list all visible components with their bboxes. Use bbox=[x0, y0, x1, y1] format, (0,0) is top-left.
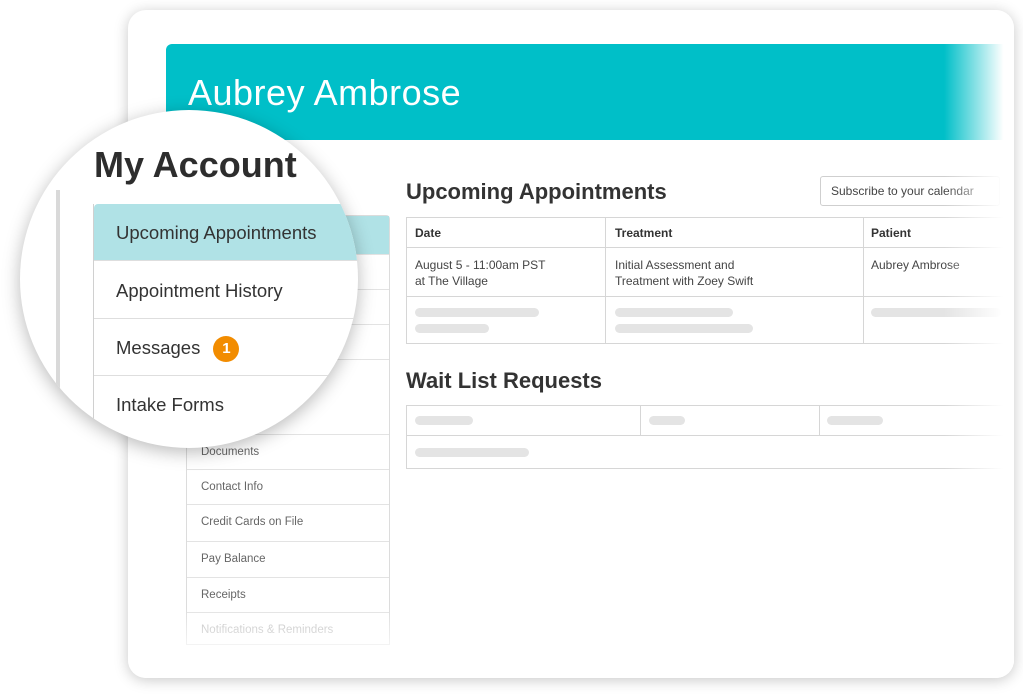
column-header-patient[interactable]: Patient bbox=[871, 226, 911, 240]
patient-name-heading: Aubrey Ambrose bbox=[188, 72, 462, 113]
menu-item-label: Messages bbox=[116, 337, 201, 358]
placeholder-bar bbox=[871, 308, 1001, 317]
magnified-sidebar-edge bbox=[56, 190, 60, 390]
subscribe-calendar-button[interactable]: Subscribe to your calendar bbox=[820, 176, 1000, 206]
appointment-date-cell[interactable]: August 5 - 11:00am PST at The Village bbox=[415, 257, 546, 289]
appointment-date: August 5 - 11:00am PST bbox=[415, 258, 546, 272]
wait-list-table bbox=[406, 405, 1006, 469]
menu-item-label: Intake Forms bbox=[116, 394, 224, 415]
treatment-line-1: Initial Assessment and bbox=[615, 258, 735, 272]
placeholder-bar bbox=[649, 416, 685, 425]
placeholder-bar bbox=[415, 416, 473, 425]
sidebar-item-credit-cards[interactable]: Credit Cards on File bbox=[187, 504, 389, 539]
placeholder-bar bbox=[615, 324, 753, 333]
placeholder-bar bbox=[827, 416, 883, 425]
wait-list-heading: Wait List Requests bbox=[406, 368, 602, 393]
sidebar-item-notifications[interactable]: Notifications & Reminders bbox=[187, 612, 389, 647]
appointment-treatment-cell[interactable]: Initial Assessment and Treatment with Zo… bbox=[615, 257, 753, 289]
placeholder-bar bbox=[415, 324, 489, 333]
column-header-date[interactable]: Date bbox=[415, 226, 441, 240]
sidebar-item-pay-balance[interactable]: Pay Balance bbox=[187, 541, 389, 576]
menu-item-appointment-history[interactable]: Appointment History bbox=[94, 262, 358, 319]
appointment-patient-cell[interactable]: Aubrey Ambrose bbox=[871, 257, 960, 273]
placeholder-bar bbox=[415, 448, 529, 457]
sidebar-item-contact-info[interactable]: Contact Info bbox=[187, 469, 389, 504]
menu-item-upcoming-appointments[interactable]: Upcoming Appointments bbox=[94, 204, 358, 261]
placeholder-bar bbox=[415, 308, 539, 317]
upcoming-appointments-heading: Upcoming Appointments bbox=[406, 179, 667, 204]
menu-item-intake-forms[interactable]: Intake Forms bbox=[94, 376, 358, 433]
my-account-heading: My Account bbox=[94, 144, 297, 185]
magnified-account-menu: Upcoming Appointments Appointment Histor… bbox=[93, 204, 358, 448]
menu-item-label: Appointment History bbox=[116, 280, 283, 301]
sidebar-item-receipts[interactable]: Receipts bbox=[187, 577, 389, 612]
column-header-treatment[interactable]: Treatment bbox=[615, 226, 672, 240]
menu-item-messages[interactable]: Messages 1 bbox=[94, 319, 358, 376]
unread-count-badge: 1 bbox=[213, 336, 240, 363]
appointment-location: at The Village bbox=[415, 274, 488, 288]
appointments-table: Date Treatment Patient August 5 - 11:00a… bbox=[406, 217, 1006, 344]
placeholder-bar bbox=[615, 308, 733, 317]
patient-banner: Aubrey Ambrose bbox=[166, 44, 1014, 140]
treatment-line-2: Treatment with Zoey Swift bbox=[615, 274, 754, 288]
menu-item-label: Upcoming Appointments bbox=[116, 222, 317, 243]
magnifier-callout: My Account Upcoming Appointments Appoint… bbox=[20, 110, 358, 448]
